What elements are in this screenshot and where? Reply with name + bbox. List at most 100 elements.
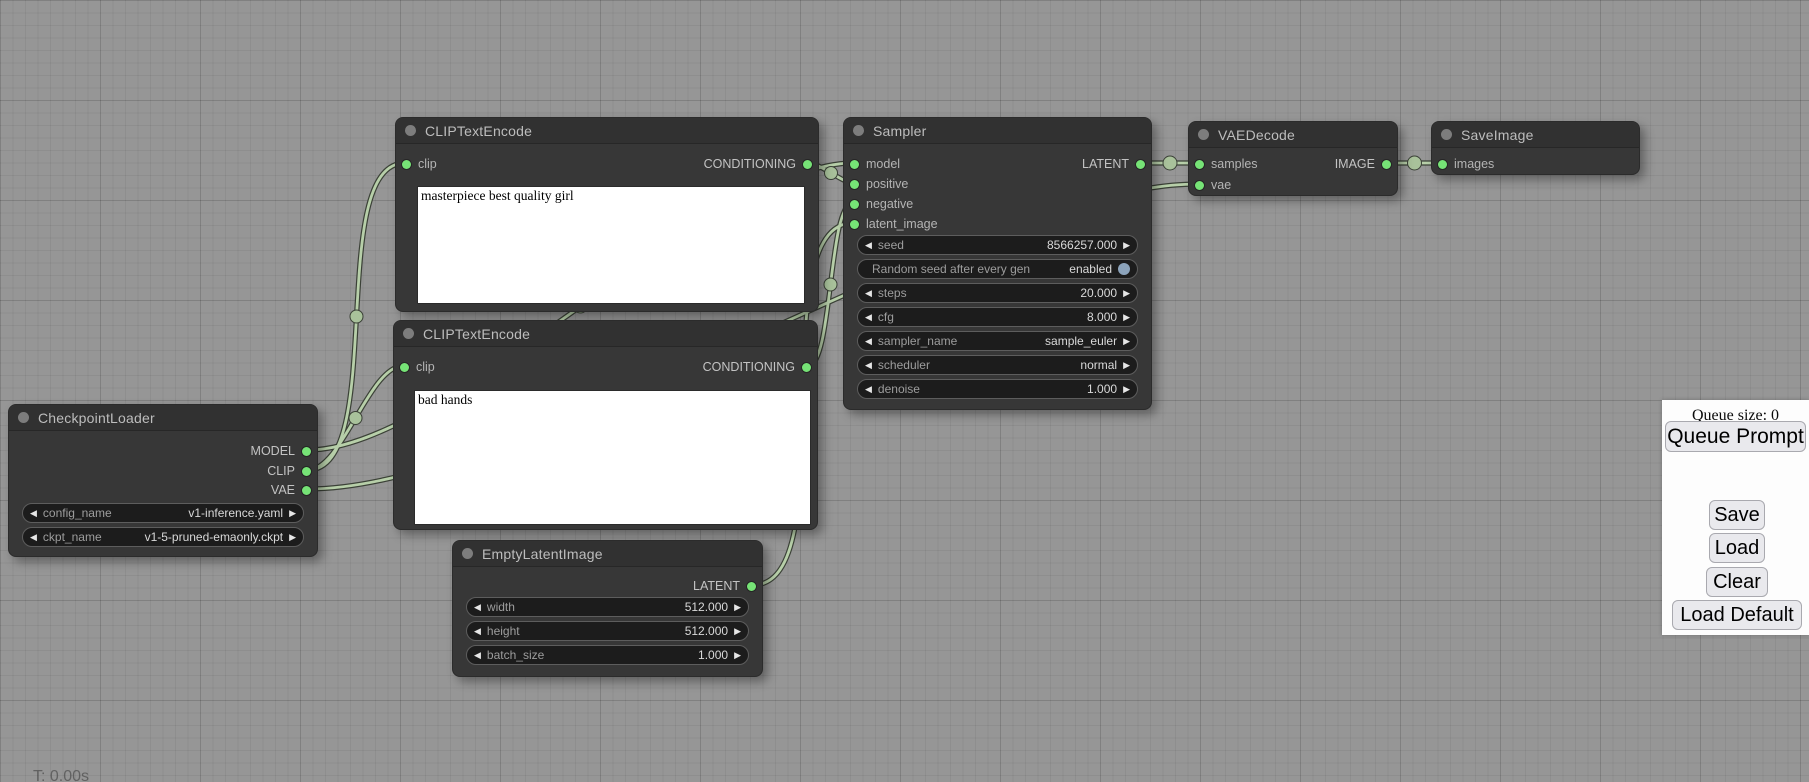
widget-value: 8.000 [900,310,1117,324]
widget-label: scheduler [878,358,930,372]
load-default-button[interactable]: Load Default [1672,600,1802,630]
input-port-model[interactable] [850,160,859,169]
increment-arrow-icon[interactable]: ▶ [289,509,296,518]
node-checkpoint-loader[interactable]: CheckpointLoader MODEL CLIP VAE ◀ config… [8,404,318,557]
input-port-samples[interactable] [1195,160,1204,169]
widget-denoise[interactable]: ◀ denoise 1.000 ▶ [857,379,1138,399]
widget-batch-size[interactable]: ◀ batch_size 1.000 ▶ [466,645,749,665]
widget-height[interactable]: ◀ height 512.000 ▶ [466,621,749,641]
widget-value: 512.000 [526,624,728,638]
collapse-dot-icon[interactable] [1441,129,1452,140]
queue-prompt-button[interactable]: Queue Prompt [1665,421,1806,452]
node-clip-text-encode-negative[interactable]: CLIPTextEncode clip CONDITIONING bad han… [393,320,818,530]
increment-arrow-icon[interactable]: ▶ [1123,313,1130,322]
toggle-enabled-icon[interactable] [1118,263,1130,275]
node-empty-latent-image[interactable]: EmptyLatentImage LATENT ◀ width 512.000 … [452,540,763,677]
input-port-negative[interactable] [850,200,859,209]
queue-menu-panel: Queue size: 0 Queue Prompt Save Load Cle… [1662,400,1809,635]
input-port-images[interactable] [1438,160,1447,169]
output-port-model[interactable] [302,447,311,456]
decrement-arrow-icon[interactable]: ◀ [865,337,872,346]
output-port-conditioning[interactable] [802,363,811,372]
collapse-dot-icon[interactable] [403,328,414,339]
increment-arrow-icon[interactable]: ▶ [1123,361,1130,370]
input-label: samples [1211,157,1258,171]
output-label: LATENT [693,579,740,593]
input-port-clip[interactable] [400,363,409,372]
widget-value: 1.000 [926,382,1117,396]
widget-value: 8566257.000 [910,238,1117,252]
decrement-arrow-icon[interactable]: ◀ [474,603,481,612]
input-port-latent-image[interactable] [850,220,859,229]
input-label: latent_image [866,217,938,231]
load-button[interactable]: Load [1709,533,1765,563]
widget-sampler-name[interactable]: ◀ sampler_name sample_euler ▶ [857,331,1138,351]
node-title-bar[interactable]: CLIPTextEncode [396,118,818,144]
node-sampler[interactable]: Sampler model LATENT positive negative l… [843,117,1152,410]
increment-arrow-icon[interactable]: ▶ [289,533,296,542]
output-port-latent[interactable] [747,582,756,591]
decrement-arrow-icon[interactable]: ◀ [865,385,872,394]
input-port-positive[interactable] [850,180,859,189]
widget-label: steps [878,286,907,300]
decrement-arrow-icon[interactable]: ◀ [474,627,481,636]
widget-ckpt-name[interactable]: ◀ ckpt_name v1-5-pruned-emaonly.ckpt ▶ [22,527,304,547]
widget-label: height [487,624,520,638]
input-port-vae[interactable] [1195,181,1204,190]
output-port-latent[interactable] [1136,160,1145,169]
node-title-bar[interactable]: VAEDecode [1189,122,1397,148]
widget-random-seed-toggle[interactable]: Random seed after every gen enabled [857,259,1138,279]
collapse-dot-icon[interactable] [18,412,29,423]
output-label: MODEL [251,444,295,458]
prompt-textarea[interactable]: masterpiece best quality girl [417,186,805,304]
graph-canvas[interactable]: CheckpointLoader MODEL CLIP VAE ◀ config… [0,0,1809,782]
decrement-arrow-icon[interactable]: ◀ [865,313,872,322]
increment-arrow-icon[interactable]: ▶ [734,651,741,660]
node-vae-decode[interactable]: VAEDecode samples IMAGE vae [1188,121,1398,196]
widget-seed[interactable]: ◀ seed 8566257.000 ▶ [857,235,1138,255]
input-port-clip[interactable] [402,160,411,169]
increment-arrow-icon[interactable]: ▶ [734,627,741,636]
widget-config-name[interactable]: ◀ config_name v1-inference.yaml ▶ [22,503,304,523]
output-port-conditioning[interactable] [803,160,812,169]
output-port-image[interactable] [1382,160,1391,169]
decrement-arrow-icon[interactable]: ◀ [474,651,481,660]
widget-label: width [487,600,515,614]
decrement-arrow-icon[interactable]: ◀ [30,509,37,518]
clear-button[interactable]: Clear [1706,567,1768,597]
node-title-bar[interactable]: CLIPTextEncode [394,321,817,347]
output-port-clip[interactable] [302,467,311,476]
node-title-bar[interactable]: EmptyLatentImage [453,541,762,567]
save-button[interactable]: Save [1709,500,1765,530]
decrement-arrow-icon[interactable]: ◀ [865,361,872,370]
prompt-textarea[interactable]: bad hands [414,390,811,525]
increment-arrow-icon[interactable]: ▶ [1123,337,1130,346]
widget-label: config_name [43,506,112,520]
input-label: vae [1211,178,1231,192]
increment-arrow-icon[interactable]: ▶ [734,603,741,612]
increment-arrow-icon[interactable]: ▶ [1123,241,1130,250]
collapse-dot-icon[interactable] [462,548,473,559]
decrement-arrow-icon[interactable]: ◀ [865,241,872,250]
decrement-arrow-icon[interactable]: ◀ [30,533,37,542]
output-port-vae[interactable] [302,486,311,495]
widget-cfg[interactable]: ◀ cfg 8.000 ▶ [857,307,1138,327]
node-clip-text-encode-positive[interactable]: CLIPTextEncode clip CONDITIONING masterp… [395,117,819,312]
node-save-image[interactable]: SaveImage images [1431,121,1640,175]
collapse-dot-icon[interactable] [853,125,864,136]
widget-scheduler[interactable]: ◀ scheduler normal ▶ [857,355,1138,375]
widget-steps[interactable]: ◀ steps 20.000 ▶ [857,283,1138,303]
increment-arrow-icon[interactable]: ▶ [1123,385,1130,394]
node-title: EmptyLatentImage [482,546,603,562]
increment-arrow-icon[interactable]: ▶ [1123,289,1130,298]
node-title-bar[interactable]: CheckpointLoader [9,405,317,431]
collapse-dot-icon[interactable] [1198,129,1209,140]
decrement-arrow-icon[interactable]: ◀ [865,289,872,298]
widget-width[interactable]: ◀ width 512.000 ▶ [466,597,749,617]
output-label: VAE [271,483,295,497]
widget-value: normal [936,358,1117,372]
node-title-bar[interactable]: SaveImage [1432,122,1639,148]
node-title: CheckpointLoader [38,410,155,426]
collapse-dot-icon[interactable] [405,125,416,136]
node-title-bar[interactable]: Sampler [844,118,1151,144]
